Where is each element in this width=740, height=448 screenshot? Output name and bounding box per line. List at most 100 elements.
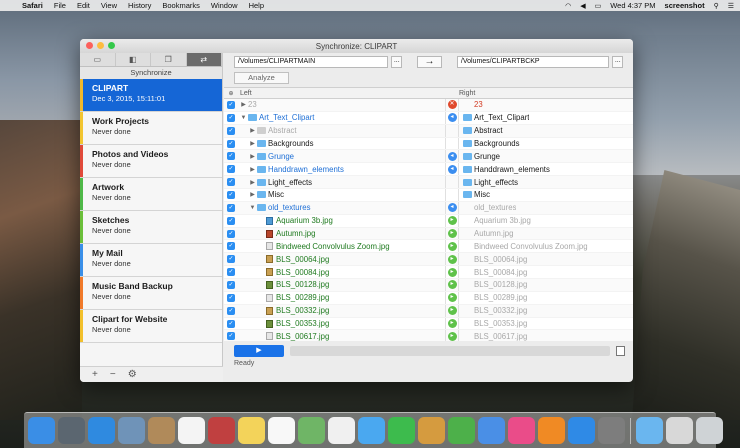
sidebar-job-item[interactable]: Artwork Never done: [80, 178, 222, 211]
menu-bookmarks[interactable]: Bookmarks: [162, 1, 200, 10]
copy-right-action-icon[interactable]: ▸: [447, 267, 457, 277]
preview-icon[interactable]: [118, 417, 145, 444]
row-checkbox[interactable]: ✓: [227, 332, 235, 341]
row-checkbox[interactable]: ✓: [227, 229, 235, 238]
copy-right-action-icon[interactable]: ▸: [447, 241, 457, 251]
contacts-icon[interactable]: [148, 417, 175, 444]
wifi-icon[interactable]: ◠: [565, 2, 571, 10]
sidebar-job-item[interactable]: Clipart for Website Never done: [80, 310, 222, 343]
column-right-header[interactable]: Right: [445, 90, 475, 97]
launchpad-icon[interactable]: [58, 417, 85, 444]
menu-app-name[interactable]: Safari: [22, 1, 43, 10]
copy-right-action-icon[interactable]: ▸: [447, 280, 457, 290]
menu-user[interactable]: screenshot: [665, 1, 705, 10]
disclosure-closed-icon[interactable]: ▶: [248, 127, 257, 134]
disclosure-open-icon[interactable]: ▼: [248, 205, 257, 211]
row-checkbox[interactable]: ✓: [227, 203, 235, 212]
folder-icon[interactable]: [636, 417, 663, 444]
column-left-header[interactable]: Left: [238, 90, 445, 97]
disclosure-closed-icon[interactable]: ▶: [248, 191, 257, 198]
comparison-row[interactable]: ✓ Autumn.jpg ▸ Autumn.jpg: [224, 227, 633, 241]
comparison-row[interactable]: ✓ ▶ Backgrounds Backgrounds: [224, 137, 633, 151]
numbers-icon[interactable]: [448, 417, 475, 444]
close-window-button[interactable]: [86, 42, 93, 49]
spotlight-icon[interactable]: ⚲: [714, 2, 719, 10]
log-icon[interactable]: [616, 346, 625, 356]
disclosure-open-icon[interactable]: ▼: [239, 115, 248, 121]
menu-view[interactable]: View: [101, 1, 117, 10]
tab-compare[interactable]: ◧: [116, 53, 151, 66]
photos-icon[interactable]: [328, 417, 355, 444]
remove-job-button[interactable]: −: [110, 369, 116, 380]
sync-direction-button[interactable]: →: [417, 56, 442, 68]
menu-history[interactable]: History: [128, 1, 151, 10]
row-checkbox[interactable]: ✓: [227, 152, 235, 161]
delete-action-icon[interactable]: ✕: [447, 100, 457, 110]
comparison-row[interactable]: ✓ ▶ Grunge ◂ Grunge: [224, 150, 633, 164]
tab-copy[interactable]: ❐: [151, 53, 187, 66]
play-button[interactable]: ▶: [234, 345, 284, 357]
comparison-row[interactable]: ✓ ▶ Light_effects Light_effects: [224, 176, 633, 190]
sidebar-job-item[interactable]: Sketches Never done: [80, 211, 222, 244]
comparison-row[interactable]: ✓ BLS_00332.jpg ▸ BLS_00332.jpg: [224, 304, 633, 318]
row-checkbox[interactable]: ✓: [227, 190, 235, 199]
copy-right-action-icon[interactable]: ▸: [447, 293, 457, 303]
gear-icon[interactable]: ⚙: [128, 369, 137, 380]
row-checkbox[interactable]: ✓: [227, 268, 235, 277]
menu-edit[interactable]: Edit: [77, 1, 90, 10]
comparison-row[interactable]: ✓ ▼ old_textures ◂ old_textures: [224, 201, 633, 215]
comparison-row[interactable]: ✓ BLS_00289.jpg ▸ BLS_00289.jpg: [224, 291, 633, 305]
calendar-icon[interactable]: [178, 417, 205, 444]
right-path-field[interactable]: /Volumes/CLIPARTBCKP: [456, 56, 610, 68]
volume-icon[interactable]: ◀: [580, 2, 585, 10]
zoom-window-button[interactable]: [108, 42, 115, 49]
maps-icon[interactable]: [298, 417, 325, 444]
title-bar[interactable]: Synchronize: CLIPART: [80, 39, 633, 53]
row-checkbox[interactable]: ✓: [227, 280, 235, 289]
sidebar-job-item[interactable]: Music Band Backup Never done: [80, 277, 222, 310]
sidebar-job-item[interactable]: Photos and Videos Never done: [80, 145, 222, 178]
row-checkbox[interactable]: ✓: [227, 319, 235, 328]
sidebar-job-item[interactable]: My Mail Never done: [80, 244, 222, 277]
disclosure-closed-icon[interactable]: ▶: [248, 153, 257, 160]
menu-help[interactable]: Help: [249, 1, 264, 10]
tab-synchronize[interactable]: ⇄: [186, 53, 222, 66]
copy-right-action-icon[interactable]: ▸: [447, 229, 457, 239]
row-checkbox[interactable]: ✓: [227, 216, 235, 225]
finder-icon[interactable]: [28, 417, 55, 444]
sidebar-job-item[interactable]: CLIPART Dec 3, 2015, 15:11:01: [80, 79, 222, 112]
menu-file[interactable]: File: [54, 1, 66, 10]
ibooks-icon[interactable]: [538, 417, 565, 444]
select-all-checkbox[interactable]: ⊕: [224, 90, 238, 97]
comparison-row[interactable]: ✓ ▶ Abstract Abstract: [224, 124, 633, 138]
comparison-row[interactable]: ✓ Aquarium 3b.jpg ▸ Aquarium 3b.jpg: [224, 214, 633, 228]
copy-left-action-icon[interactable]: ◂: [447, 113, 457, 123]
row-checkbox[interactable]: ✓: [227, 306, 235, 315]
copy-right-action-icon[interactable]: ▸: [447, 331, 457, 341]
row-checkbox[interactable]: ✓: [227, 100, 235, 109]
comparison-row[interactable]: ✓ BLS_00353.jpg ▸ BLS_00353.jpg: [224, 317, 633, 331]
copy-left-action-icon[interactable]: ◂: [447, 164, 457, 174]
facetime-icon[interactable]: [388, 417, 415, 444]
analyze-button[interactable]: Analyze: [234, 72, 289, 84]
add-job-button[interactable]: +: [92, 369, 98, 380]
notes-icon[interactable]: [238, 417, 265, 444]
browse-left-button[interactable]: ...: [391, 56, 403, 68]
comparison-row[interactable]: ✓ ▶ Misc Misc: [224, 189, 633, 202]
comparison-row[interactable]: ✓ BLS_00084.jpg ▸ BLS_00084.jpg: [224, 266, 633, 280]
safari-icon[interactable]: [88, 417, 115, 444]
disclosure-closed-icon[interactable]: ▶: [239, 101, 248, 108]
script-editor-icon[interactable]: [418, 417, 445, 444]
downloads-icon[interactable]: [666, 417, 693, 444]
comparison-row[interactable]: ✓ BLS_00617.jpg ▸ BLS_00617.jpg: [224, 330, 633, 341]
row-checkbox[interactable]: ✓: [227, 178, 235, 187]
row-checkbox[interactable]: ✓: [227, 139, 235, 148]
row-checkbox[interactable]: ✓: [227, 255, 235, 264]
menu-clock[interactable]: Wed 4:37 PM: [610, 1, 655, 10]
comparison-row[interactable]: ✓ ▶ Handdrawn_elements ◂ Handdrawn_elements: [224, 163, 633, 177]
comparison-row[interactable]: ✓ BLS_00128.jpg ▸ BLS_00128.jpg: [224, 279, 633, 292]
row-checkbox[interactable]: ✓: [227, 242, 235, 251]
comparison-row[interactable]: ✓ ▶ 23 ✕ 23: [224, 99, 633, 112]
keynote-icon[interactable]: [478, 417, 505, 444]
disclosure-closed-icon[interactable]: ▶: [248, 140, 257, 147]
